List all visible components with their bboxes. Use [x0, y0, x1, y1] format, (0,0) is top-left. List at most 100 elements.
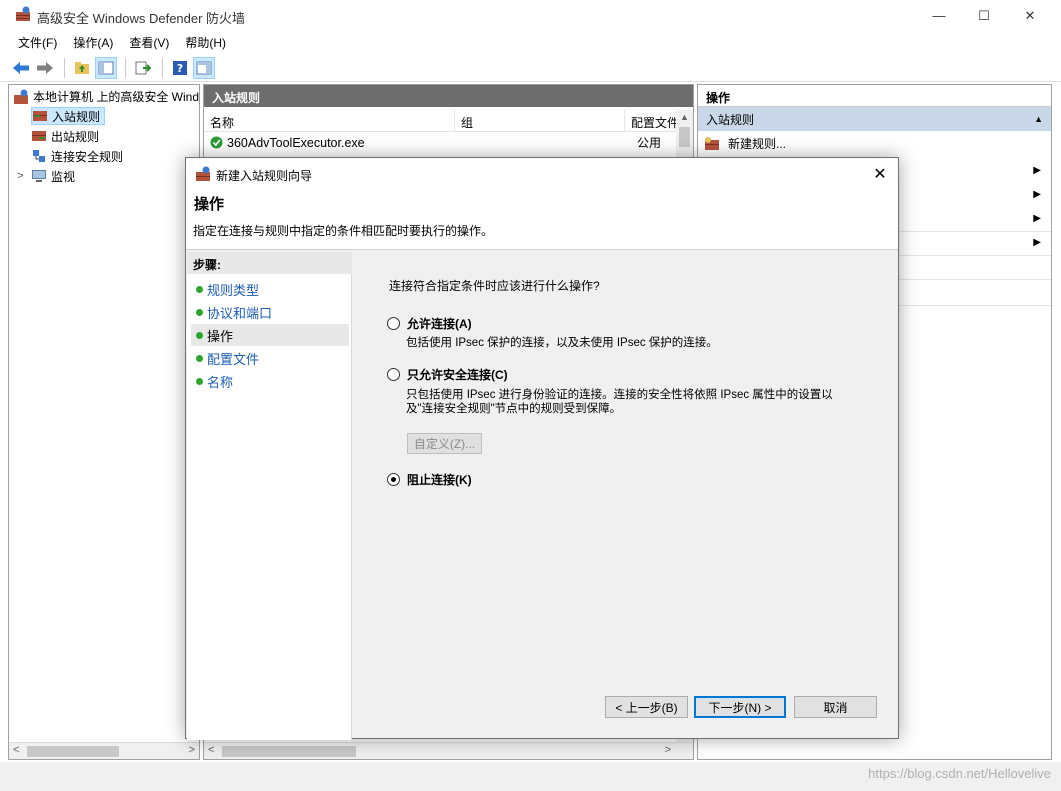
list-horizontal-scrollbar[interactable]: < > — [204, 742, 693, 759]
scroll-right-icon[interactable]: > — [665, 744, 671, 756]
collapse-icon[interactable]: ▲ — [1034, 114, 1043, 124]
close-window-button[interactable]: ✕ — [1007, 0, 1053, 31]
page-description: 指定在连接与规则中指定的条件相匹配时要执行的操作。 — [193, 224, 494, 238]
watermark: https://blog.csdn.net/Hellovelive — [868, 766, 1051, 781]
scroll-left-icon[interactable]: < — [208, 744, 214, 756]
radio-allow[interactable] — [387, 317, 400, 330]
next-button[interactable]: 下一步(N) > — [694, 696, 786, 718]
new-inbound-rule-wizard: 新建入站规则向导 ✕ 操作 指定在连接与规则中指定的条件相匹配时要执行的操作。 … — [185, 157, 899, 740]
menu-bar: 文件(F) 操作(A) 查看(V) 帮助(H) — [0, 31, 1061, 54]
step-label: 协议和端口 — [207, 305, 273, 321]
toolbar: ? — [0, 54, 1061, 82]
scroll-up-icon[interactable]: ▲ — [680, 112, 689, 122]
block-connection-option[interactable]: 阻止连接(K) — [387, 471, 472, 488]
submenu-arrow-icon[interactable]: ▶ — [1033, 213, 1041, 224]
step-action[interactable]: 操作 — [191, 324, 349, 346]
forward-arrow-icon[interactable] — [34, 57, 56, 79]
step-name[interactable]: 名称 — [191, 370, 349, 392]
enabled-check-icon — [210, 136, 223, 149]
up-folder-icon[interactable] — [71, 57, 93, 79]
scrollbar-thumb[interactable] — [679, 127, 690, 147]
menu-help[interactable]: 帮助(H) — [185, 34, 226, 51]
table-row[interactable]: 360AdvToolExecutor.exe 公用 — [210, 134, 680, 151]
window-title: 高级安全 Windows Defender 防火墙 — [37, 11, 246, 26]
step-dot-icon — [196, 355, 203, 362]
dialog-header: 操作 指定在连接与规则中指定的条件相匹配时要执行的操作。 — [186, 189, 898, 250]
action-label: 新建规则... — [728, 137, 787, 151]
action-new-rule[interactable]: 新建规则... — [704, 135, 786, 152]
step-dot-icon — [196, 378, 203, 385]
allow-connection-option[interactable]: 允许连接(A) — [387, 315, 472, 332]
step-protocol-ports[interactable]: 协议和端口 — [191, 301, 349, 323]
connection-security-icon — [33, 150, 45, 162]
step-dot-icon — [196, 286, 203, 293]
tree-item-outbound-rules[interactable]: 出站规则 — [31, 127, 99, 145]
help-icon[interactable]: ? — [169, 57, 191, 79]
toolbar-separator — [162, 57, 163, 78]
scrollbar-thumb[interactable] — [27, 746, 119, 757]
actions-section-label: 入站规则 — [706, 112, 755, 127]
expand-chevron-icon[interactable]: > — [17, 170, 23, 182]
minimize-button[interactable]: — — [916, 0, 962, 31]
toolbar-separator — [64, 57, 65, 78]
tree-item-connection-security[interactable]: 连接安全规则 — [31, 147, 123, 165]
close-icon[interactable]: ✕ — [868, 162, 892, 186]
new-rule-icon — [705, 136, 719, 150]
inbound-rules-icon — [33, 111, 47, 121]
submenu-arrow-icon[interactable]: ▶ — [1033, 189, 1041, 200]
maximize-button[interactable]: ☐ — [961, 0, 1007, 31]
console-tree: 本地计算机 上的高级安全 Wind 入站规则 出站规则 连接安全规则 > 监视 … — [8, 84, 200, 760]
title-bar: 高级安全 Windows Defender 防火墙 — ☐ ✕ — [0, 0, 1061, 31]
outbound-rules-icon — [32, 131, 46, 141]
radio-label: 允许连接(A) — [407, 317, 472, 331]
firewall-icon — [14, 89, 28, 104]
scroll-left-icon[interactable]: < — [13, 744, 19, 756]
option-description: 包括使用 IPsec 保护的连接，以及未使用 IPsec 保护的连接。 — [406, 337, 718, 349]
column-group[interactable]: 组 — [455, 110, 625, 131]
monitor-icon — [32, 170, 46, 182]
option-description-line: 只包括使用 IPsec 进行身份验证的连接。连接的安全性将依照 IPsec 属性… — [406, 389, 833, 401]
tree-horizontal-scrollbar[interactable]: < > — [9, 742, 199, 759]
question-text: 连接符合指定条件时应该进行什么操作? — [389, 279, 600, 293]
action-pane-icon[interactable] — [193, 56, 215, 79]
steps-pane: 步骤: 规则类型 协议和端口 操作 配置文件 名称 — [187, 252, 352, 740]
radio-block[interactable] — [387, 473, 400, 486]
customize-button: 自定义(Z)... — [407, 433, 482, 454]
step-rule-type[interactable]: 规则类型 — [191, 278, 349, 300]
column-name[interactable]: 名称 — [204, 110, 455, 131]
column-profile[interactable]: 配置文件 — [625, 110, 678, 131]
actions-header: 操作 — [698, 85, 1051, 107]
rule-name: 360AdvToolExecutor.exe — [227, 135, 365, 150]
option-description: 只包括使用 IPsec 进行身份验证的连接。连接的安全性将依照 IPsec 属性… — [406, 388, 833, 416]
back-button[interactable]: < 上一步(B) — [605, 696, 688, 718]
tree-item-monitoring[interactable]: 监视 — [31, 167, 75, 185]
radio-allow-secure[interactable] — [387, 368, 400, 381]
step-label: 操作 — [207, 328, 234, 344]
scroll-right-icon[interactable]: > — [189, 744, 195, 756]
show-hide-tree-icon[interactable] — [95, 56, 117, 79]
toolbar-separator — [125, 57, 126, 78]
cancel-button[interactable]: 取消 — [794, 696, 877, 718]
step-label: 名称 — [207, 374, 234, 390]
tree-item-label: 监视 — [51, 169, 76, 184]
submenu-arrow-icon[interactable]: ▶ — [1033, 237, 1041, 248]
menu-file[interactable]: 文件(F) — [18, 34, 57, 51]
submenu-arrow-icon[interactable]: ▶ — [1033, 165, 1041, 176]
list-pane-header: 入站规则 — [204, 85, 693, 107]
tree-item-label: 连接安全规则 — [51, 149, 124, 164]
back-arrow-icon[interactable] — [10, 57, 32, 79]
firewall-icon — [196, 166, 210, 181]
actions-section-inbound[interactable]: 入站规则 ▲ — [698, 107, 1051, 131]
menu-view[interactable]: 查看(V) — [129, 34, 169, 51]
scrollbar-thumb[interactable] — [222, 746, 356, 757]
allow-secure-option[interactable]: 只允许安全连接(C) — [387, 366, 508, 383]
tree-root[interactable]: 本地计算机 上的高级安全 Wind — [13, 88, 199, 105]
radio-label: 只允许安全连接(C) — [407, 368, 508, 382]
step-profile[interactable]: 配置文件 — [191, 347, 349, 369]
page-title: 操作 — [194, 196, 225, 213]
menu-action[interactable]: 操作(A) — [73, 34, 113, 51]
tree-item-inbound-rules[interactable]: 入站规则 — [31, 107, 106, 125]
dialog-title: 新建入站规则向导 — [216, 169, 313, 183]
rule-profile: 公用 — [637, 136, 662, 150]
export-list-icon[interactable] — [132, 57, 154, 79]
